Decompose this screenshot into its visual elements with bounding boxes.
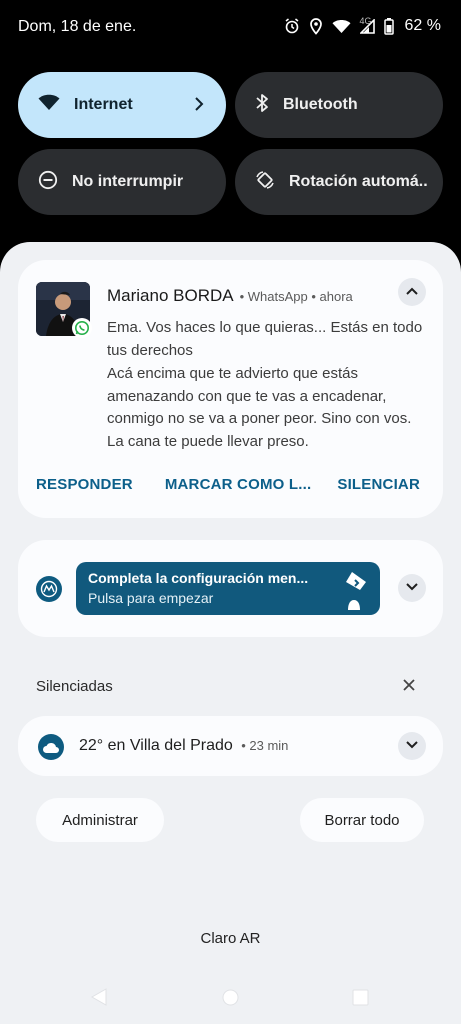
weather-time: • 23 min	[241, 738, 289, 753]
notification-header: Mariano BORDA • WhatsApp • ahora	[107, 286, 353, 306]
alarm-icon	[284, 18, 300, 34]
mark-as-read-button[interactable]: MARCAR COMO L...	[165, 476, 312, 493]
expand-button[interactable]	[398, 574, 426, 602]
clear-all-button[interactable]: Borrar todo	[300, 798, 424, 842]
expand-button[interactable]	[398, 732, 426, 760]
message-text: Ema. Vos haces lo que quieras... Estás e…	[107, 319, 423, 359]
sender-name: Mariano BORDA	[107, 286, 234, 305]
weather-summary: 22° en Villa del Prado	[79, 737, 233, 754]
navigation-bar	[0, 980, 461, 1024]
notification-shade: Mariano BORDA • WhatsApp • ahora Ema. Vo…	[0, 242, 461, 1024]
tile-auto-rotate[interactable]: Rotación automá..	[235, 149, 443, 215]
close-icon[interactable]	[402, 678, 416, 697]
whatsapp-notification[interactable]: Mariano BORDA • WhatsApp • ahora Ema. Vo…	[18, 260, 443, 518]
weather-row: 22° en Villa del Prado • 23 min	[79, 737, 288, 755]
recents-icon[interactable]	[352, 989, 369, 1011]
notification-actions: RESPONDER MARCAR COMO L... SILENCIAR	[36, 476, 420, 493]
setup-title: Completa la configuración men...	[88, 570, 309, 586]
location-icon	[309, 17, 323, 35]
do-not-disturb-icon	[38, 170, 58, 195]
chevron-down-icon	[405, 579, 419, 597]
notification-meta: • WhatsApp • ahora	[239, 289, 353, 304]
wifi-icon	[38, 94, 60, 116]
network-type: 4G	[359, 15, 372, 26]
battery-icon	[383, 17, 394, 35]
auto-rotate-icon	[255, 170, 275, 195]
wifi-signal-group: 4G	[332, 16, 372, 34]
setup-banner[interactable]: Completa la configuración men... Pulsa p…	[76, 562, 380, 615]
weather-notification[interactable]: 22° en Villa del Prado • 23 min	[18, 716, 443, 776]
home-icon[interactable]	[222, 989, 239, 1011]
status-icons: 4G 62 %	[284, 16, 441, 35]
silenced-section-title: Silenciadas	[36, 678, 113, 695]
tile-bluetooth[interactable]: Bluetooth	[235, 72, 443, 138]
cloud-icon	[38, 734, 64, 760]
back-icon[interactable]	[90, 988, 108, 1011]
status-bar: Dom, 18 de ene. 4G 62 %	[0, 0, 461, 56]
carrier-label: Claro AR	[200, 930, 261, 947]
tile-rotation-label: Rotación automá..	[289, 173, 428, 190]
chevron-down-icon	[405, 737, 419, 755]
collapse-button[interactable]	[398, 278, 426, 306]
wifi-icon	[332, 19, 351, 34]
tile-internet-label: Internet	[74, 96, 133, 113]
message-text: Acá encima que te advierto que estás ame…	[107, 365, 412, 450]
mute-button[interactable]: SILENCIAR	[337, 476, 420, 493]
tile-do-not-disturb[interactable]: No interrumpir	[18, 149, 226, 215]
reply-button[interactable]: RESPONDER	[36, 476, 133, 493]
chevron-right-icon	[194, 96, 204, 117]
tile-dnd-label: No interrumpir	[72, 173, 184, 190]
manage-button[interactable]: Administrar	[36, 798, 164, 842]
status-date: Dom, 18 de ene.	[18, 18, 137, 35]
whatsapp-icon	[72, 318, 92, 338]
tile-internet[interactable]: Internet	[18, 72, 226, 138]
tile-bluetooth-label: Bluetooth	[283, 96, 358, 113]
setup-subtitle: Pulsa para empezar	[88, 590, 214, 606]
setup-graphic-icon	[342, 570, 370, 615]
setup-notification[interactable]: Completa la configuración men... Pulsa p…	[18, 540, 443, 637]
chevron-up-icon	[405, 283, 419, 301]
bluetooth-icon	[255, 93, 269, 118]
motorola-logo-icon	[36, 576, 62, 602]
battery-percentage: 62 %	[404, 17, 441, 34]
